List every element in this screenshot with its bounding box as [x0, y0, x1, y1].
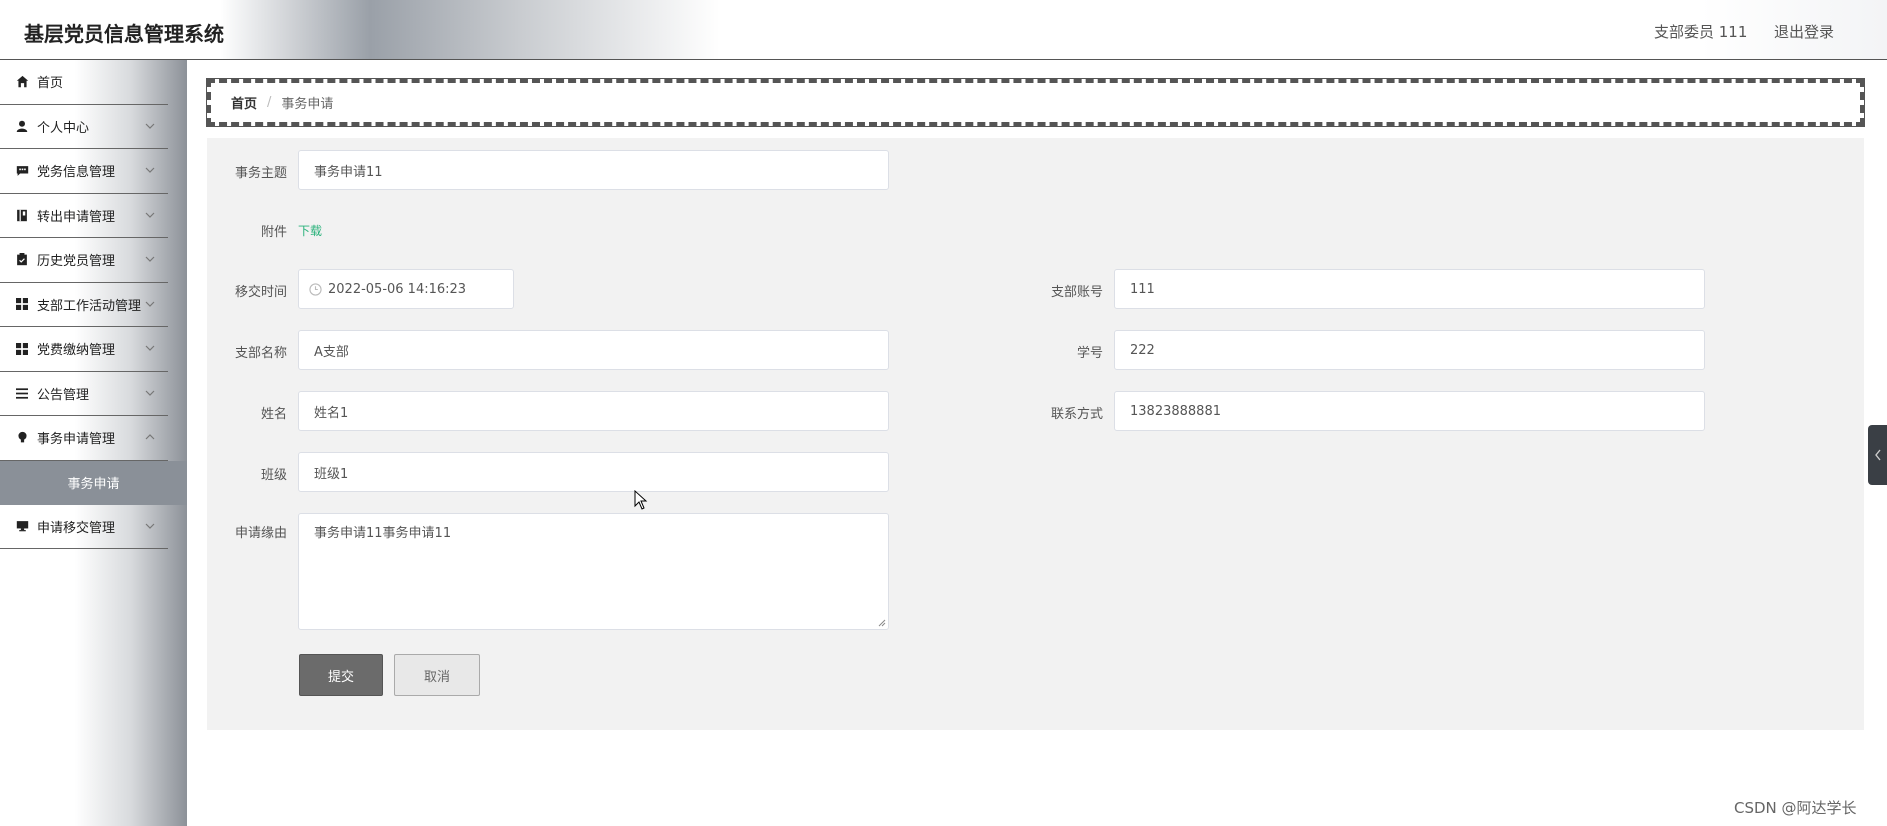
contact-label: 联系方式 [1050, 407, 1103, 422]
header-gradient [220, 0, 720, 59]
chevron-down-icon [145, 345, 155, 351]
sidebar-item-label: 公告管理 [37, 387, 90, 403]
sidebar-item-label: 党费缴纳管理 [37, 343, 116, 359]
clock-icon [309, 282, 322, 296]
sidebar-item-party-affairs[interactable]: 党务信息管理 [0, 149, 168, 194]
sidebar-item-branch-activities[interactable]: 支部工作活动管理 [0, 283, 168, 327]
affairs-form: 事务主题 事务申请11 附件 下载 移交时间 2022-05-06 14:16:… [207, 138, 1864, 730]
grid-icon [15, 297, 29, 311]
class-value: 班级1 [314, 466, 349, 482]
sidebar-item-label: 支部工作活动管理 [37, 298, 142, 314]
grid-icon [15, 342, 29, 356]
sidebar-item-home[interactable]: 首页 [0, 60, 168, 105]
branch-name-input[interactable]: A支部 [298, 330, 889, 370]
contact-value: 13823888881 [1130, 403, 1221, 419]
sidebar-menu: 首页 个人中心 党务信息管理 转出申请管理 历史党员管理 支部工作活动管理 党费… [0, 60, 187, 549]
subject-input[interactable]: 事务申请11 [298, 150, 889, 190]
class-label: 班级 [260, 468, 287, 483]
logout-link[interactable]: 退出登录 [1774, 21, 1834, 42]
name-value: 姓名1 [314, 405, 349, 421]
submit-button[interactable]: 提交 [299, 654, 383, 696]
student-id-input[interactable]: 222 [1114, 330, 1705, 370]
sidebar-item-affairs-apply[interactable]: 事务申请管理 [0, 416, 168, 461]
chevron-left-icon [1874, 449, 1881, 461]
chevron-down-icon [145, 390, 155, 396]
reason-textarea[interactable]: 事务申请11事务申请11 [298, 513, 889, 630]
sidebar-item-announcements[interactable]: 公告管理 [0, 372, 168, 416]
sidebar-item-transfer-apply[interactable]: 申请移交管理 [0, 505, 168, 549]
sidebar-item-label: 事务申请管理 [37, 432, 116, 448]
sidebar: 首页 个人中心 党务信息管理 转出申请管理 历史党员管理 支部工作活动管理 党费… [0, 60, 187, 826]
sidebar-item-label: 首页 [37, 76, 64, 92]
top-header: 基层党员信息管理系统 支部委员 111 退出登录 [0, 0, 1887, 60]
watermark-text: CSDN @阿达学长 [1734, 799, 1857, 817]
breadcrumb-separator: / [267, 95, 272, 110]
reason-value: 事务申请11事务申请11 [314, 526, 452, 541]
branch-account-input[interactable]: 111 [1114, 269, 1705, 309]
subject-value: 事务申请11 [314, 164, 383, 180]
list-icon [15, 386, 29, 400]
chevron-down-icon [145, 256, 155, 262]
chevron-down-icon [145, 301, 155, 307]
app-title: 基层党员信息管理系统 [24, 22, 224, 46]
sidebar-item-label: 历史党员管理 [37, 254, 116, 270]
branch-account-value: 111 [1130, 281, 1155, 297]
transfer-time-input[interactable]: 2022-05-06 14:16:23 [298, 269, 514, 309]
chevron-down-icon [145, 123, 155, 129]
current-user-label: 支部委员 111 [1654, 23, 1748, 41]
contact-input[interactable]: 13823888881 [1114, 391, 1705, 431]
chevron-down-icon [145, 212, 155, 218]
notebook-icon [15, 208, 29, 222]
chevron-up-icon [145, 434, 155, 440]
sidebar-item-transfer-out[interactable]: 转出申请管理 [0, 194, 168, 238]
branch-name-value: A支部 [314, 344, 349, 360]
sidebar-item-label: 党务信息管理 [37, 165, 116, 181]
sidebar-subitem-affairs-apply[interactable]: 事务申请 [0, 460, 187, 505]
sidebar-item-profile[interactable]: 个人中心 [0, 105, 168, 149]
sidebar-subitem-label: 事务申请 [67, 477, 120, 492]
subject-label: 事务主题 [234, 166, 287, 181]
student-id-value: 222 [1130, 342, 1155, 358]
chevron-down-icon [145, 523, 155, 529]
sidebar-item-label: 转出申请管理 [37, 209, 116, 225]
breadcrumb: 首页 / 事务申请 [206, 78, 1865, 127]
branch-name-label: 支部名称 [234, 346, 287, 361]
attachment-label: 附件 [260, 225, 287, 240]
sidebar-item-label: 申请移交管理 [37, 520, 116, 536]
reason-label: 申请缘由 [234, 526, 287, 541]
breadcrumb-current: 事务申请 [281, 97, 334, 112]
bulb-icon [15, 431, 29, 445]
resize-grip-icon[interactable] [878, 619, 886, 627]
breadcrumb-home-link[interactable]: 首页 [231, 93, 257, 112]
user-icon [15, 119, 29, 133]
name-input[interactable]: 姓名1 [298, 391, 889, 431]
class-input[interactable]: 班级1 [298, 452, 889, 492]
sidebar-item-party-dues[interactable]: 党费缴纳管理 [0, 327, 168, 372]
sidebar-item-label: 个人中心 [37, 120, 90, 136]
message-icon [15, 164, 29, 178]
sidebar-item-history-members[interactable]: 历史党员管理 [0, 238, 168, 283]
transfer-time-label: 移交时间 [234, 285, 287, 300]
student-id-label: 学号 [1076, 346, 1103, 361]
collapse-panel-handle[interactable] [1868, 425, 1887, 485]
home-icon [15, 75, 29, 89]
chevron-down-icon [145, 167, 155, 173]
clipboard-icon [15, 253, 29, 267]
name-label: 姓名 [260, 407, 287, 422]
mouse-cursor-icon [634, 490, 648, 510]
monitor-icon [15, 519, 29, 533]
attachment-download-link[interactable]: 下载 [298, 222, 322, 239]
transfer-time-value: 2022-05-06 14:16:23 [328, 281, 467, 297]
branch-account-label: 支部账号 [1050, 285, 1103, 300]
cancel-button[interactable]: 取消 [394, 654, 480, 696]
